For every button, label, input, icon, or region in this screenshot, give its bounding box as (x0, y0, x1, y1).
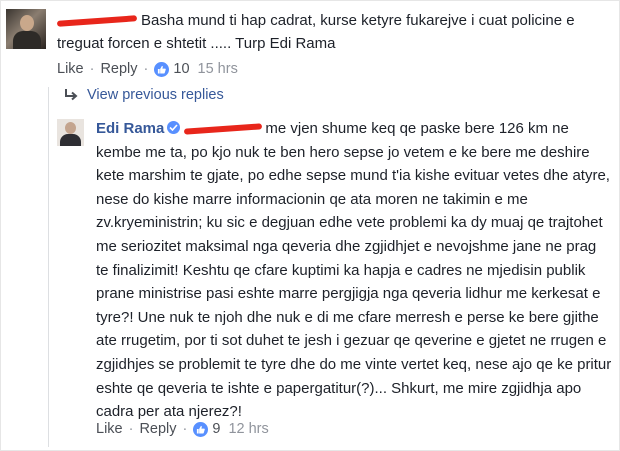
redacted-mention (184, 123, 263, 135)
timestamp[interactable]: 12 hrs (228, 421, 268, 437)
redacted-author-name (56, 15, 138, 27)
avatar-face (65, 122, 76, 134)
separator-dot: · (89, 61, 95, 77)
like-button[interactable]: Like (96, 421, 123, 437)
comment-actions: Like · Reply · 10 15 hrs (57, 61, 238, 77)
reply-thread-line (48, 87, 49, 447)
reply-button[interactable]: Reply (139, 421, 176, 437)
reply-body: Edi Rama me vjen shume keq qe paske bere … (96, 117, 612, 424)
commenter-avatar[interactable] (6, 9, 46, 49)
reply-actions: Like · Reply · 9 12 hrs (96, 421, 269, 437)
separator-dot: · (143, 61, 149, 77)
reply-arrow-icon (65, 89, 78, 101)
likes-count[interactable]: 9 (212, 421, 220, 437)
view-previous-replies-link[interactable]: View previous replies (63, 87, 224, 103)
reply-text: me vjen shume keq qe paske bere 126 km n… (96, 120, 612, 421)
comment-body: Basha mund ti hap cadrat, kurse ketyre f… (56, 9, 609, 55)
timestamp[interactable]: 15 hrs (198, 61, 238, 77)
avatar-body (13, 31, 41, 49)
verified-badge-icon (167, 121, 181, 134)
avatar-face (20, 15, 34, 31)
reply-button[interactable]: Reply (100, 61, 137, 77)
view-previous-replies-label: View previous replies (87, 87, 224, 103)
separator-dot: · (128, 421, 134, 437)
thumbs-up-icon[interactable] (193, 421, 209, 437)
likes-count[interactable]: 10 (173, 61, 189, 77)
separator-dot: · (182, 421, 188, 437)
avatar-body (60, 134, 81, 146)
like-button[interactable]: Like (57, 61, 84, 77)
thumbs-up-icon[interactable] (154, 61, 170, 77)
reply-author-name[interactable]: Edi Rama (96, 120, 164, 137)
comment-thread: Basha mund ti hap cadrat, kurse ketyre f… (0, 0, 620, 451)
reply-author-avatar[interactable] (57, 119, 84, 146)
